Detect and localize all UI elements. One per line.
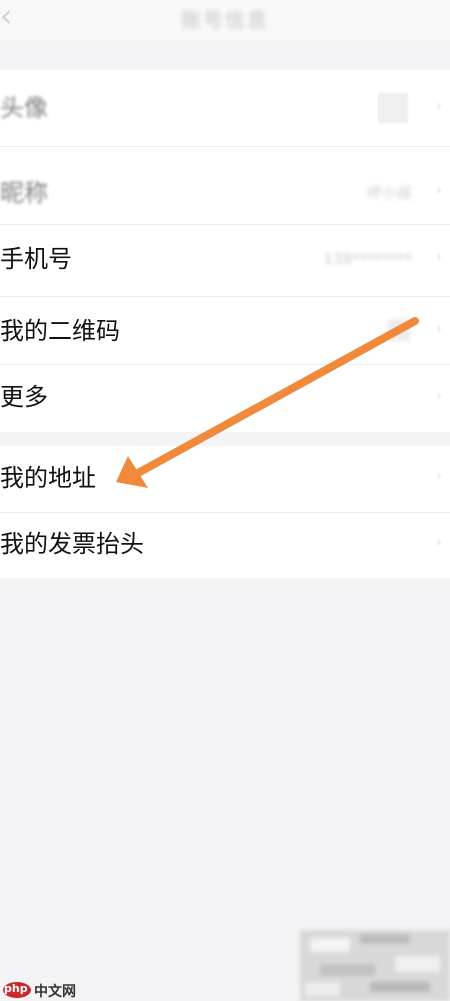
chevron-right-icon: › [435,466,442,485]
address-settings-card: 我的地址 › 我的发票抬头 › [0,446,450,578]
nickname-value: 坏小孩 [366,184,412,202]
invoice-title-row[interactable]: 我的发票抬头 › [0,512,450,578]
invoice-title-label: 我的发票抬头 [0,530,144,558]
chevron-right-icon: › [435,180,442,199]
avatar [378,93,408,123]
watermark-logo-text: php [4,982,28,995]
more-label: 更多 [0,383,48,411]
avatar-label: 头像 [0,94,48,122]
blurred-thumbnail [300,930,450,1001]
nickname-label: 昵称 [0,179,48,207]
more-row[interactable]: 更多 › [0,364,450,432]
qrcode-icon [388,319,410,341]
chevron-right-icon: › [435,532,442,551]
qrcode-label: 我的二维码 [0,317,120,345]
profile-settings-card: 头像 › 昵称 坏小孩 › 手机号 138******** › 我的二维码 › … [0,70,450,432]
qrcode-row[interactable]: 我的二维码 › [0,296,450,364]
phone-value: 138******** [323,250,412,268]
phone-label: 手机号 [0,245,72,273]
nickname-row[interactable]: 昵称 坏小孩 › [0,146,450,224]
phone-row[interactable]: 手机号 138******** › [0,224,450,296]
my-address-label: 我的地址 [0,464,96,492]
avatar-row[interactable]: 头像 › [0,70,450,146]
chevron-right-icon: › [435,386,442,405]
page-title: 账号信息 [181,8,269,32]
account-info-page: ‹ 账号信息 头像 › 昵称 坏小孩 › 手机号 138******** › 我… [0,0,450,1001]
top-navigation-bar: ‹ 账号信息 [0,0,450,40]
watermark-site-text: 中文网 [34,984,76,1000]
chevron-right-icon: › [435,246,442,265]
my-address-row[interactable]: 我的地址 › [0,446,450,512]
chevron-right-icon: › [435,318,442,337]
chevron-right-icon: › [435,96,442,115]
